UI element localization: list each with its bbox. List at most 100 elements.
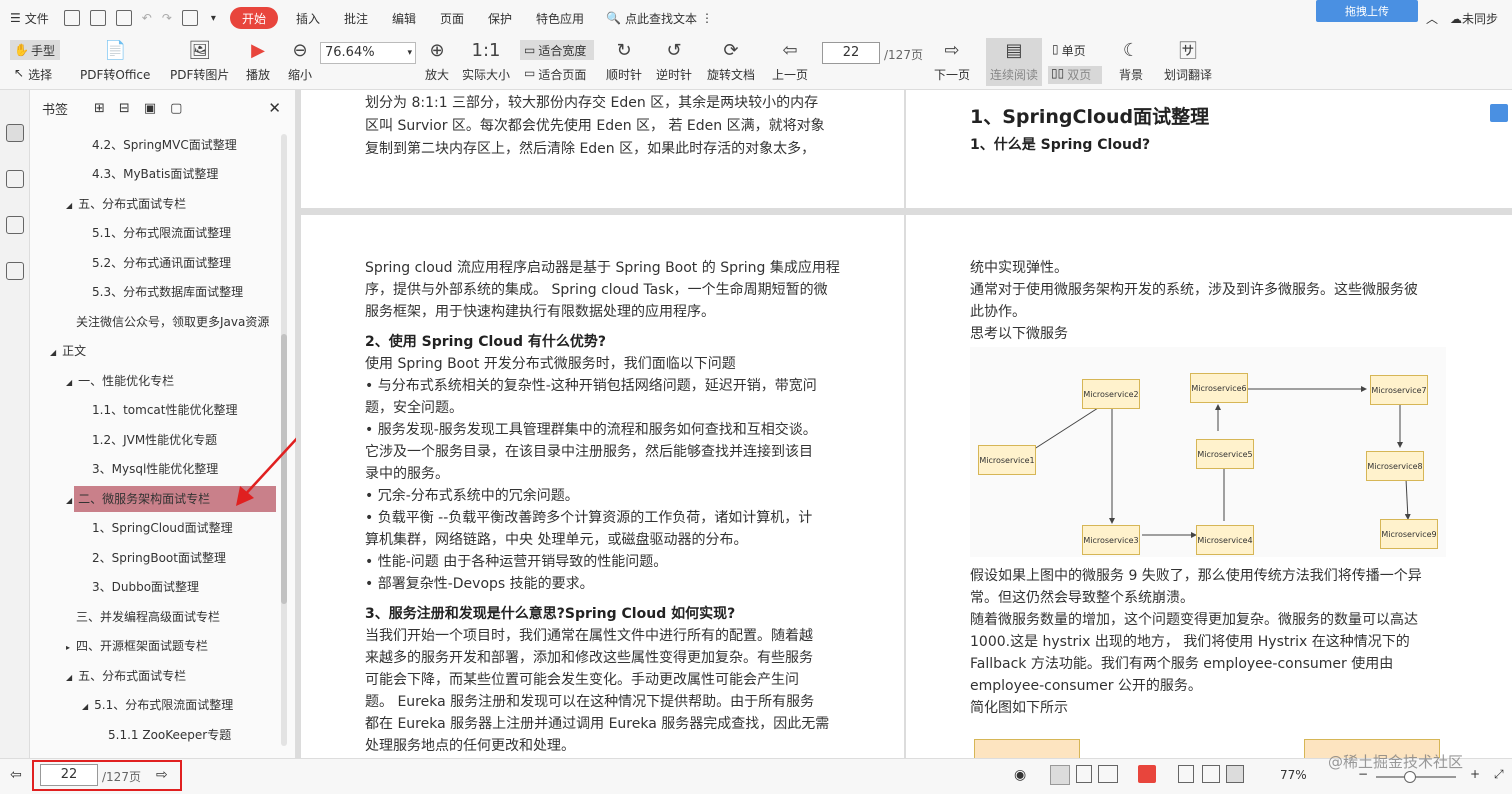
bookmark-item[interactable]: 3、Mysql性能优化整理 <box>92 456 218 482</box>
play-button[interactable]: ▶ 播放 <box>245 38 271 83</box>
collapse-icon[interactable]: ︿ <box>1426 10 1438 27</box>
hand-icon: ✋ <box>14 43 29 57</box>
single-page-button[interactable]: ▯ 单页 <box>1052 42 1086 59</box>
bookmark-panel-icon[interactable] <box>6 124 24 142</box>
thumbnail-icon[interactable] <box>6 170 24 188</box>
bookmark-item[interactable]: ◢ 一、性能优化专栏 <box>66 368 174 394</box>
bookmark-item[interactable]: ◢ 5.1、分布式限流面试整理 <box>82 692 233 718</box>
hand-tool[interactable]: ✋ 手型 <box>10 40 60 60</box>
fit-width-button[interactable]: ▭ 适合宽度 <box>520 40 594 60</box>
select-tool[interactable]: ↖ 选择 <box>14 66 52 83</box>
undo-icon[interactable]: ↶ <box>142 11 152 25</box>
attachment-icon[interactable] <box>6 262 24 280</box>
more-icon[interactable]: ⋮ <box>701 11 713 25</box>
actual-size-button[interactable]: 1:1 实际大小 <box>462 38 510 83</box>
pdf-to-office-button[interactable]: 📄 PDF转Office <box>80 38 150 83</box>
translate-button[interactable]: 🈂 划词翻译 <box>1164 38 1212 83</box>
fullscreen-icon[interactable]: ⤢ <box>1494 767 1504 782</box>
bookmark-settings-icon[interactable]: ▢ <box>170 101 182 116</box>
bookmark-item[interactable]: 1、SpringCloud面试整理 <box>92 515 233 541</box>
zoom-in-icon[interactable]: + <box>1470 767 1480 781</box>
page-text: 它涉及一个服务目录，在该目录中注册服务，然后能够查找并连接到该目 <box>365 444 813 460</box>
open-icon[interactable] <box>63 10 80 26</box>
actual-size-icon[interactable] <box>1178 765 1194 783</box>
tab-annotate[interactable]: 批注 <box>332 0 380 36</box>
dropdown-icon[interactable]: ▾ <box>211 13 216 24</box>
bookmark-item[interactable]: 1.1、tomcat性能优化整理 <box>92 397 237 423</box>
bookmark-item[interactable]: 关注微信公众号，领取更多Java资源 <box>76 309 269 335</box>
double-page-button[interactable]: ▯▯ 双页 <box>1048 66 1102 84</box>
bookmark-item[interactable]: 4.3、MyBatis面试整理 <box>92 161 218 187</box>
redo-icon[interactable]: ↷ <box>162 11 172 25</box>
rotate-cw-icon: ↻ <box>616 39 632 61</box>
fit-page-icon[interactable] <box>1202 765 1220 783</box>
bookmark-item[interactable]: 5.2、分布式通讯面试整理 <box>92 250 231 276</box>
eye-icon[interactable]: ◉ <box>1014 767 1026 783</box>
add-bookmark-icon[interactable]: ▣ <box>144 101 156 116</box>
bookmark-item[interactable]: ◢ 五、分布式面试专栏 <box>66 663 186 689</box>
expand-all-icon[interactable]: ⊞ <box>94 101 105 116</box>
zoom-out-button[interactable]: ⊖ 缩小 <box>287 38 313 83</box>
rotate-cw-button[interactable]: ↻ 顺时针 <box>606 38 642 83</box>
bookmark-item[interactable]: 4.2、SpringMVC面试整理 <box>92 132 237 158</box>
fit-page-button[interactable]: ▭ 适合页面 <box>524 66 586 83</box>
page-subheading: 1、什么是 Spring Cloud? <box>970 137 1151 153</box>
bookmark-item[interactable]: ▸ 四、开源框架面试题专栏 <box>66 633 208 659</box>
rotate-ccw-button[interactable]: ↺ 逆时针 <box>656 38 692 83</box>
zoom-in-label: 放大 <box>424 68 449 82</box>
page-text: • 部署复杂性-Devops 技能的要求。 <box>365 576 594 592</box>
file-menu[interactable]: ☰ 文件 <box>0 0 59 36</box>
tab-edit[interactable]: 编辑 <box>380 0 428 36</box>
bookmark-item[interactable]: ◢ 正文 <box>50 338 86 364</box>
double-view-icon[interactable] <box>1098 765 1118 783</box>
tab-page[interactable]: 页面 <box>428 0 476 36</box>
prev-page-button[interactable]: ⇦ 上一页 <box>772 38 808 83</box>
page-text: 服务框架，用于快速构建执行有限数据处理的应用程序。 <box>365 304 715 320</box>
annotation-icon[interactable] <box>6 216 24 234</box>
zoom-select[interactable]: 76.64% ▾ <box>320 42 416 64</box>
tab-protect[interactable]: 保护 <box>476 0 524 36</box>
pdf-to-image-button[interactable]: 🖼 PDF转图片 <box>170 38 229 83</box>
next-page-button[interactable]: ⇨ 下一页 <box>934 38 970 83</box>
fit-width-label: 适合宽度 <box>538 43 587 58</box>
pdf-word-icon: 📄 <box>103 39 127 61</box>
close-icon[interactable]: ✕ <box>268 99 281 117</box>
page-text: 题，安全问题。 <box>365 400 463 416</box>
export-icon[interactable] <box>181 10 198 26</box>
side-tool-icon[interactable] <box>1490 104 1508 122</box>
tab-start[interactable]: 开始 <box>229 7 278 29</box>
bookmark-item[interactable]: 2、SpringBoot面试整理 <box>92 545 226 571</box>
upload-button[interactable]: 拖拽上传 <box>1316 0 1418 22</box>
page-text: • 性能-问题 由于各种运营开销导致的性能问题。 <box>365 554 668 570</box>
expand-arrow-icon: ◢ <box>50 348 57 357</box>
bookmark-item[interactable]: 1.2、JVM性能优化专题 <box>92 427 217 453</box>
background-button[interactable]: ☾ 背景 <box>1118 38 1144 83</box>
tab-insert[interactable]: 插入 <box>284 0 332 36</box>
bookmark-item[interactable]: 5.1.1 ZooKeeper专题 <box>108 722 231 748</box>
rotate-doc-button[interactable]: ⟳ 旋转文档 <box>707 38 755 83</box>
slideshow-icon[interactable] <box>1138 765 1156 783</box>
bookmark-item[interactable]: 5.3、分布式数据库面试整理 <box>92 279 243 305</box>
print-icon[interactable] <box>115 10 132 26</box>
continuous-view-icon[interactable] <box>1050 765 1070 785</box>
page-input[interactable]: 22 <box>822 42 880 64</box>
prev-page-icon[interactable]: ⇦ <box>10 767 22 783</box>
page-total: /127页 <box>884 48 923 62</box>
page-text: 通常对于使用微服务架构开发的系统，涉及到许多微服务。这些微服务彼 <box>970 282 1418 298</box>
single-view-icon[interactable] <box>1076 765 1092 783</box>
save-icon[interactable] <box>89 10 106 26</box>
bookmark-item[interactable]: 三、并发编程高级面试专栏 <box>76 604 220 630</box>
tab-features[interactable]: 特色应用 <box>524 0 596 36</box>
collapse-all-icon[interactable]: ⊟ <box>119 101 130 116</box>
fit-width-icon[interactable] <box>1226 765 1244 783</box>
bookmark-item[interactable]: 5.1、分布式限流面试整理 <box>92 220 231 246</box>
search-box[interactable]: 🔍 点此查找文本 ⋮ <box>596 0 723 36</box>
bookmark-item[interactable]: 3、Dubbo面试整理 <box>92 574 199 600</box>
sync-status[interactable]: ☁未同步 <box>1450 10 1498 27</box>
microservice-node: Microservice2 <box>1082 379 1140 409</box>
continuous-read-button[interactable]: ▤ 连续阅读 <box>986 38 1042 86</box>
bookmark-item[interactable]: ◢ 五、分布式面试专栏 <box>66 191 186 217</box>
zoom-slider-thumb[interactable] <box>1404 771 1416 783</box>
zoom-in-button[interactable]: ⊕ 放大 <box>424 38 450 83</box>
zoom-slider[interactable] <box>1376 771 1456 783</box>
